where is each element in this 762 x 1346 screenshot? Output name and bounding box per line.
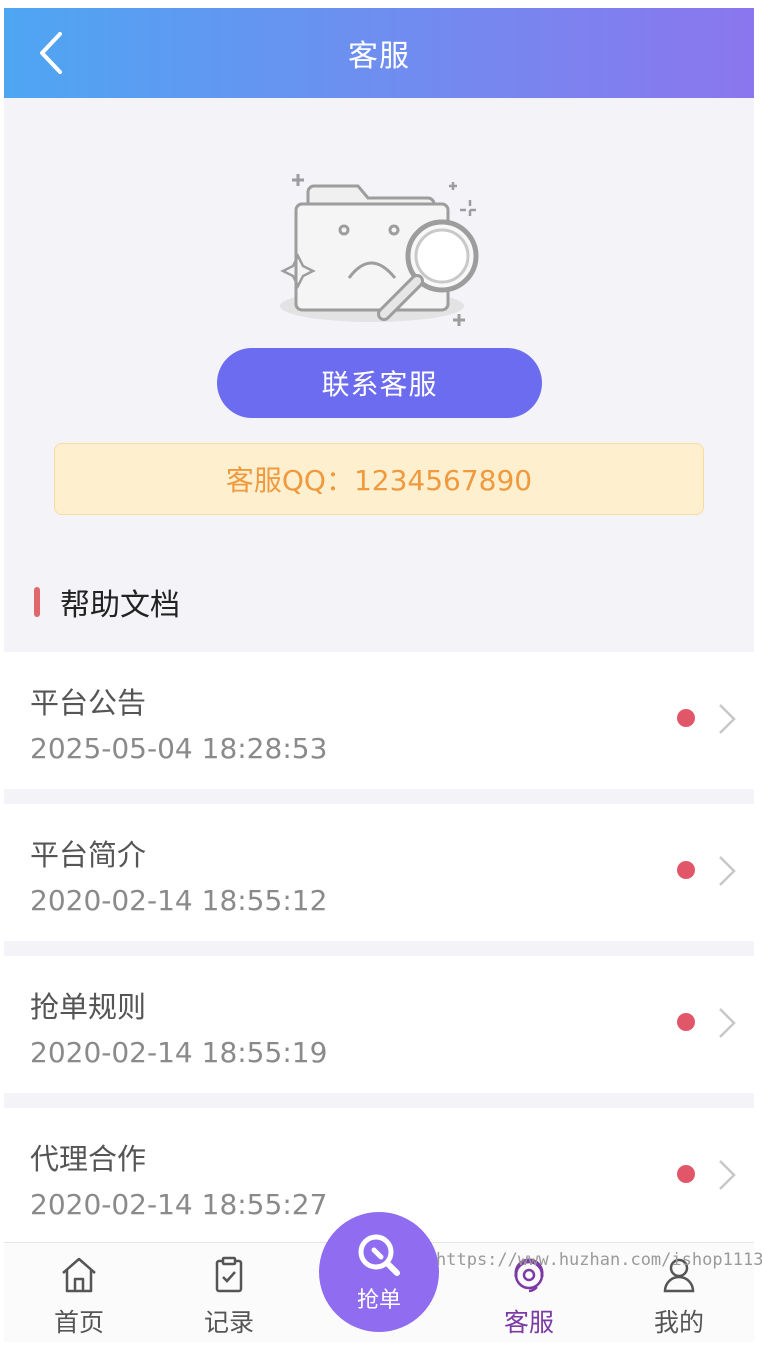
help-doc-list: 平台公告 2025-05-04 18:28:53 平台简介 2020-02-14… <box>4 652 754 1260</box>
doc-title: 平台简介 <box>30 838 147 872</box>
empty-folder-illustration <box>274 168 484 338</box>
doc-timestamp: 2025-05-04 18:28:53 <box>30 732 328 765</box>
tab-label: 我的 <box>653 1308 704 1337</box>
chevron-right-icon <box>719 856 736 886</box>
back-button[interactable] <box>34 30 74 76</box>
top-bar: 客服 <box>4 8 754 98</box>
doc-title: 抢单规则 <box>30 990 147 1024</box>
chevron-right-icon <box>719 1008 736 1038</box>
tab-records[interactable]: 记录 <box>154 1243 304 1342</box>
doc-timestamp: 2020-02-14 18:55:19 <box>30 1036 328 1069</box>
app-screen: 客服 联系客服 客服QQ：1234567890 帮助文档 平台公告 2025-0… <box>4 8 754 1342</box>
page-title: 客服 <box>348 39 410 74</box>
unread-dot <box>677 709 695 727</box>
back-arrow-icon <box>40 32 62 74</box>
clipboard-icon <box>215 1256 243 1293</box>
contact-service-button[interactable]: 联系客服 <box>217 348 542 418</box>
home-icon <box>62 1257 96 1293</box>
tab-label: 首页 <box>53 1308 104 1337</box>
grab-order-label: 抢单 <box>356 1288 401 1313</box>
help-section-title: 帮助文档 <box>60 588 180 623</box>
grab-order-button[interactable]: 抢单 <box>319 1212 439 1332</box>
doc-item-announcement[interactable]: 平台公告 2025-05-04 18:28:53 <box>4 652 754 789</box>
doc-item-introduction[interactable]: 平台简介 2020-02-14 18:55:12 <box>4 804 754 941</box>
unread-dot <box>677 1165 695 1183</box>
chevron-right-icon <box>719 704 736 734</box>
tab-label: 客服 <box>503 1308 554 1337</box>
qq-info-box: 客服QQ：1234567890 <box>54 443 704 515</box>
doc-title: 代理合作 <box>30 1142 147 1176</box>
doc-timestamp: 2020-02-14 18:55:27 <box>30 1188 328 1221</box>
unread-dot <box>677 1013 695 1031</box>
watermark-text: https://www.huzhan.com/ishop11135 <box>436 1250 762 1270</box>
search-icon <box>358 1234 400 1276</box>
doc-timestamp: 2020-02-14 18:55:12 <box>30 884 328 917</box>
tab-label: 记录 <box>203 1308 254 1337</box>
help-section-header: 帮助文档 <box>34 582 180 623</box>
doc-item-rules[interactable]: 抢单规则 2020-02-14 18:55:19 <box>4 956 754 1093</box>
chevron-right-icon <box>719 1160 736 1190</box>
unread-dot <box>677 861 695 879</box>
tab-home[interactable]: 首页 <box>4 1243 154 1342</box>
section-accent-bar <box>34 587 40 617</box>
doc-title: 平台公告 <box>30 686 147 720</box>
